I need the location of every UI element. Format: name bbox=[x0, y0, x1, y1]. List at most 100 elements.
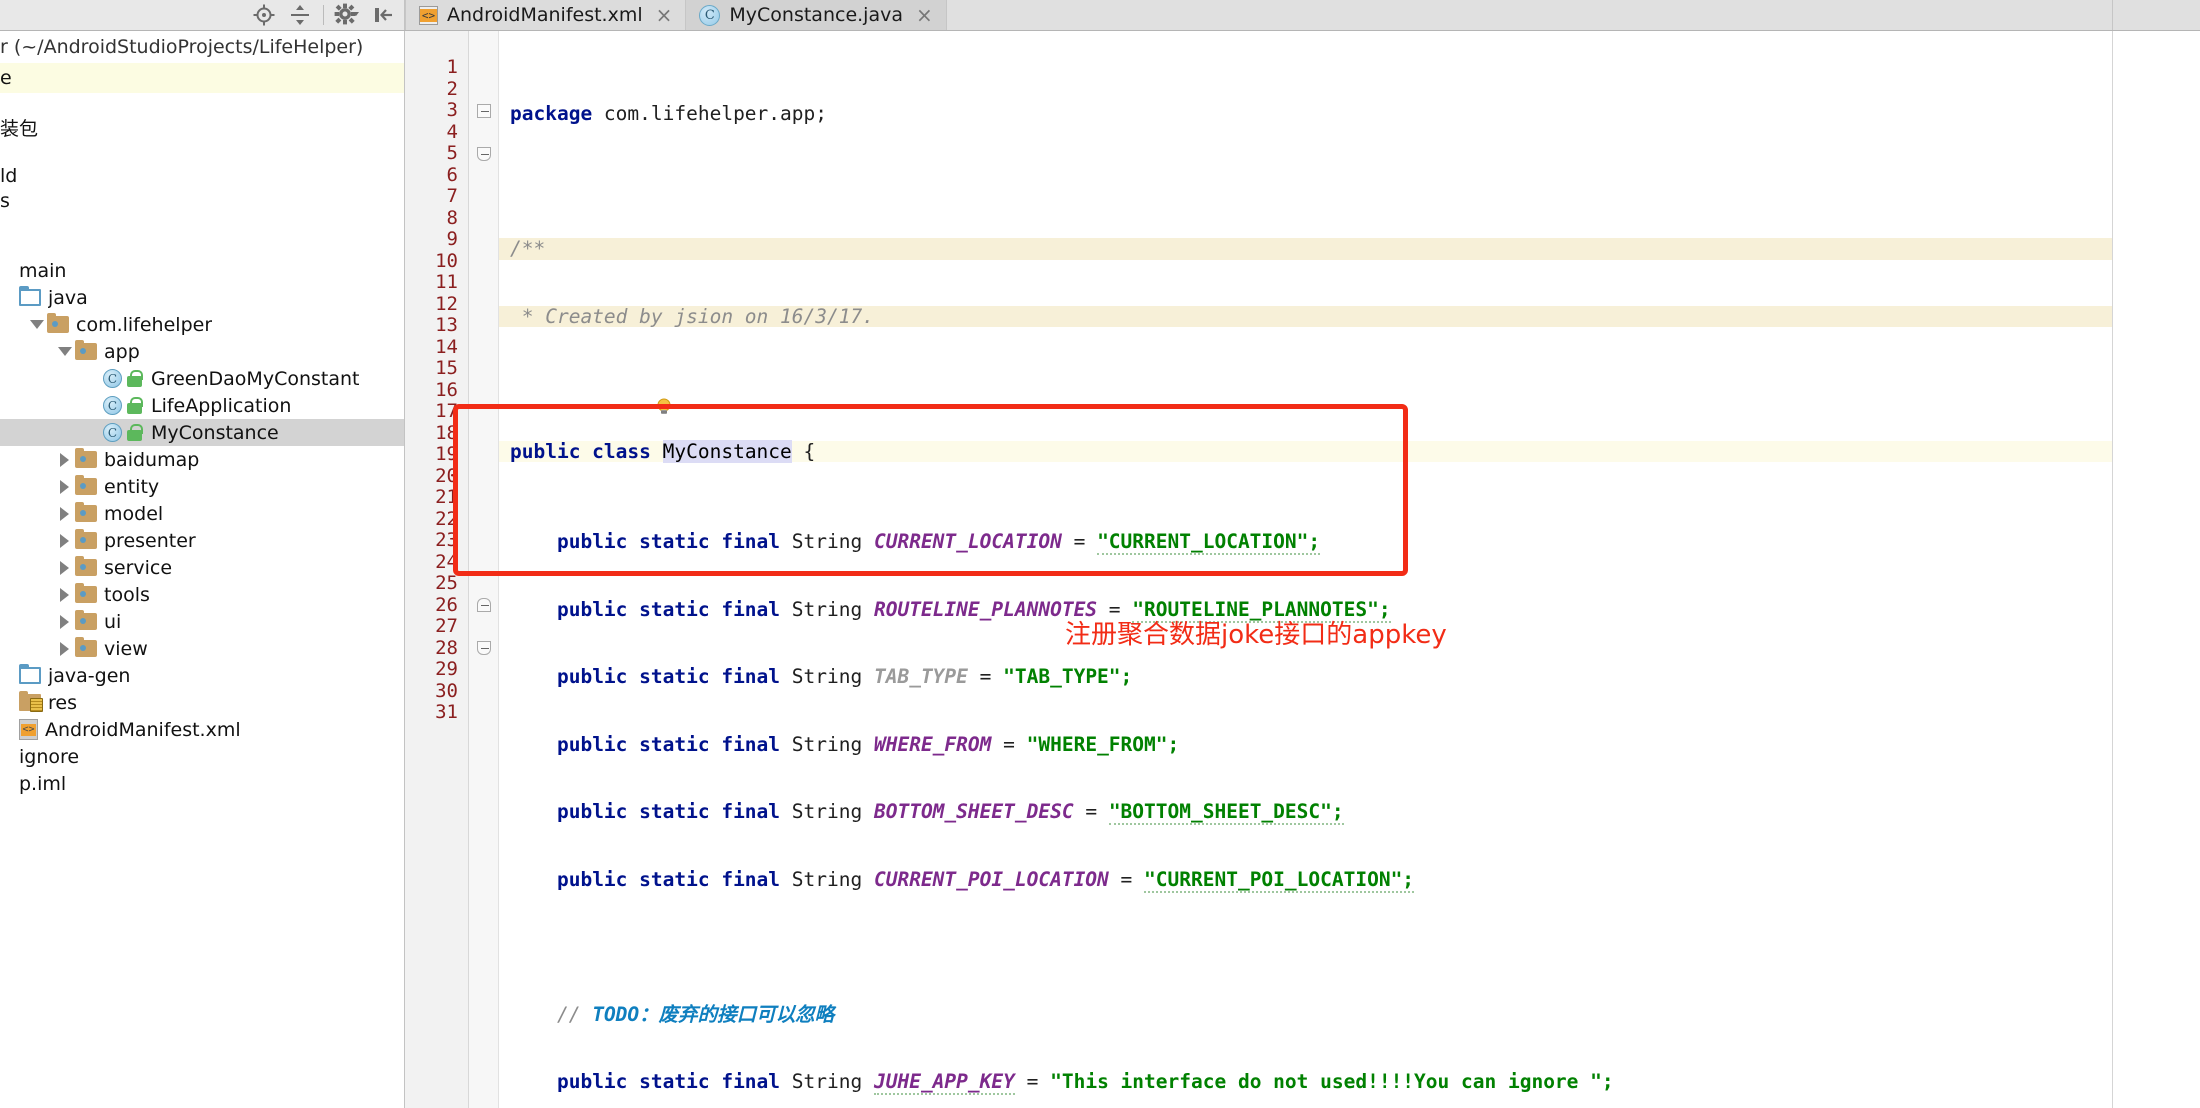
tree-item-baidumap[interactable]: baidumap bbox=[0, 446, 404, 473]
package-folder-icon bbox=[75, 556, 97, 576]
locate-icon[interactable] bbox=[251, 2, 277, 28]
chevron-down-icon[interactable] bbox=[28, 316, 45, 333]
code-line-12: public static final String CURRENT_POI_L… bbox=[556, 867, 1415, 893]
chevron-right-icon[interactable] bbox=[56, 451, 73, 468]
tree-item-myconstance[interactable]: C MyConstance bbox=[0, 419, 404, 446]
annotation-red-text: 注册聚合数据joke接口的appkey bbox=[1065, 620, 1447, 650]
code-editor[interactable]: 1 2 3 4 5 6 7 8 9 10 11 12 13 14 15 16 17 18 19 20 21 22 23 24 2… bbox=[405, 31, 2200, 1108]
tab-myconstance-java[interactable]: C MyConstance.java × bbox=[686, 0, 947, 30]
xml-file-icon bbox=[419, 5, 438, 25]
tree-item-p-iml[interactable]: p.iml bbox=[0, 770, 404, 797]
package-folder-icon bbox=[75, 502, 97, 522]
tree-item-main[interactable]: main bbox=[0, 257, 404, 284]
tree-item-label: service bbox=[104, 556, 173, 579]
fold-marker-ctor[interactable] bbox=[469, 595, 498, 617]
tree-item-app[interactable]: app bbox=[0, 338, 404, 365]
collapse-all-icon[interactable] bbox=[287, 2, 313, 28]
code-line-9: public static final String TAB_TYPE = "T… bbox=[556, 665, 1133, 688]
chevron-right-icon[interactable] bbox=[56, 559, 73, 576]
tab-label: MyConstance.java bbox=[729, 4, 903, 26]
toolbar-separator bbox=[323, 5, 324, 25]
editor-marker-bar[interactable] bbox=[2112, 31, 2200, 1108]
tree-item-androidmanifest-xml[interactable]: AndroidManifest.xml bbox=[0, 716, 404, 743]
fold-marker-javadoc-end[interactable] bbox=[469, 143, 498, 165]
line-number: 14 bbox=[435, 335, 458, 358]
chevron-right-icon[interactable] bbox=[56, 532, 73, 549]
tree-item-greendaomyconstant[interactable]: C GreenDaoMyConstant bbox=[0, 365, 404, 392]
line-number: 3 bbox=[446, 99, 458, 121]
tree-item-com-lifehelper[interactable]: com.lifehelper bbox=[0, 311, 404, 338]
code-folding-column[interactable] bbox=[469, 31, 499, 1108]
tree-item-ignore[interactable]: ignore bbox=[0, 743, 404, 770]
chevron-down-icon[interactable] bbox=[56, 343, 73, 360]
line-number-gutter: 1 2 3 4 5 6 7 8 9 10 11 12 13 14 15 16 17 18 19 20 21 22 23 24 2… bbox=[405, 31, 469, 1108]
line-number: 10 bbox=[435, 249, 458, 272]
project-row-clipped-1[interactable]: e bbox=[0, 63, 404, 93]
chevron-right-icon[interactable] bbox=[56, 505, 73, 522]
xml-file-icon bbox=[19, 719, 38, 740]
tree-item-java[interactable]: java bbox=[0, 284, 404, 311]
tree-item-presenter[interactable]: presenter bbox=[0, 527, 404, 554]
chevron-right-icon[interactable] bbox=[56, 586, 73, 603]
package-folder-icon bbox=[75, 637, 97, 657]
tree-item-tools[interactable]: tools bbox=[0, 581, 404, 608]
tree-item-model[interactable]: model bbox=[0, 500, 404, 527]
project-tree-panel[interactable]: r (~/AndroidStudioProjects/LifeHelper) e… bbox=[0, 31, 405, 1108]
tree-item-entity[interactable]: entity bbox=[0, 473, 404, 500]
settings-gear-icon[interactable] bbox=[334, 2, 360, 28]
line-number: 29 bbox=[435, 658, 458, 680]
project-row-clipped-3[interactable]: ld bbox=[0, 141, 404, 187]
close-icon[interactable]: × bbox=[656, 5, 673, 25]
modifiers: public static final bbox=[556, 665, 781, 688]
tree-item-service[interactable]: service bbox=[0, 554, 404, 581]
chevron-right-icon[interactable] bbox=[56, 478, 73, 495]
tree-item-java-gen[interactable]: java-gen bbox=[0, 662, 404, 689]
javadoc-open: /** bbox=[510, 237, 546, 260]
constant-name: CURRENT_LOCATION bbox=[873, 530, 1062, 553]
line-number: 8 bbox=[446, 206, 458, 229]
line-number: 21 bbox=[435, 486, 458, 508]
tree-item-label: model bbox=[104, 502, 164, 525]
package-folder-icon bbox=[75, 448, 97, 468]
fold-marker-javadoc[interactable] bbox=[469, 100, 498, 122]
type-string: String bbox=[791, 800, 863, 823]
fold-marker-ctor-end[interactable] bbox=[469, 638, 498, 660]
code-line-14: // TODO：废弃的接口可以忽略 bbox=[499, 1003, 2200, 1026]
source-folder-icon bbox=[19, 664, 41, 684]
intention-bulb-icon[interactable] bbox=[513, 375, 671, 414]
tree-item-view[interactable]: view bbox=[0, 635, 404, 662]
package-folder-icon bbox=[75, 475, 97, 495]
project-row-clipped-2[interactable]: 装包 bbox=[0, 93, 404, 141]
close-icon[interactable]: × bbox=[916, 5, 933, 25]
row-label: ld bbox=[0, 165, 18, 187]
tree-item-label: java bbox=[48, 286, 88, 309]
tree-item-lifeapplication[interactable]: C LifeApplication bbox=[0, 392, 404, 419]
line-number: 9 bbox=[446, 228, 458, 250]
java-class-icon: C bbox=[699, 4, 721, 26]
tree-item-label: app bbox=[104, 340, 140, 363]
chevron-right-icon[interactable] bbox=[56, 613, 73, 630]
project-row-clipped-4[interactable]: s bbox=[0, 187, 404, 215]
code-content[interactable]: package com.lifehelper.app; /** * Create… bbox=[499, 31, 2200, 1108]
row-label: e bbox=[0, 67, 12, 89]
tree-item-ui[interactable]: ui bbox=[0, 608, 404, 635]
tree-item-label: p.iml bbox=[19, 772, 67, 795]
chevron-right-icon[interactable] bbox=[56, 640, 73, 657]
row-label: 装包 bbox=[0, 118, 39, 140]
hide-panel-icon[interactable] bbox=[370, 2, 396, 28]
tab-android-manifest[interactable]: AndroidManifest.xml × bbox=[405, 0, 687, 30]
project-tree: main java com.lifehelper app C GreenDaoMyCons… bbox=[0, 257, 404, 797]
tree-item-res[interactable]: res bbox=[0, 689, 404, 716]
project-root-row[interactable]: r (~/AndroidStudioProjects/LifeHelper) bbox=[0, 31, 404, 63]
unlocked-padlock-icon bbox=[127, 369, 143, 387]
line-number: 25 bbox=[435, 572, 458, 594]
